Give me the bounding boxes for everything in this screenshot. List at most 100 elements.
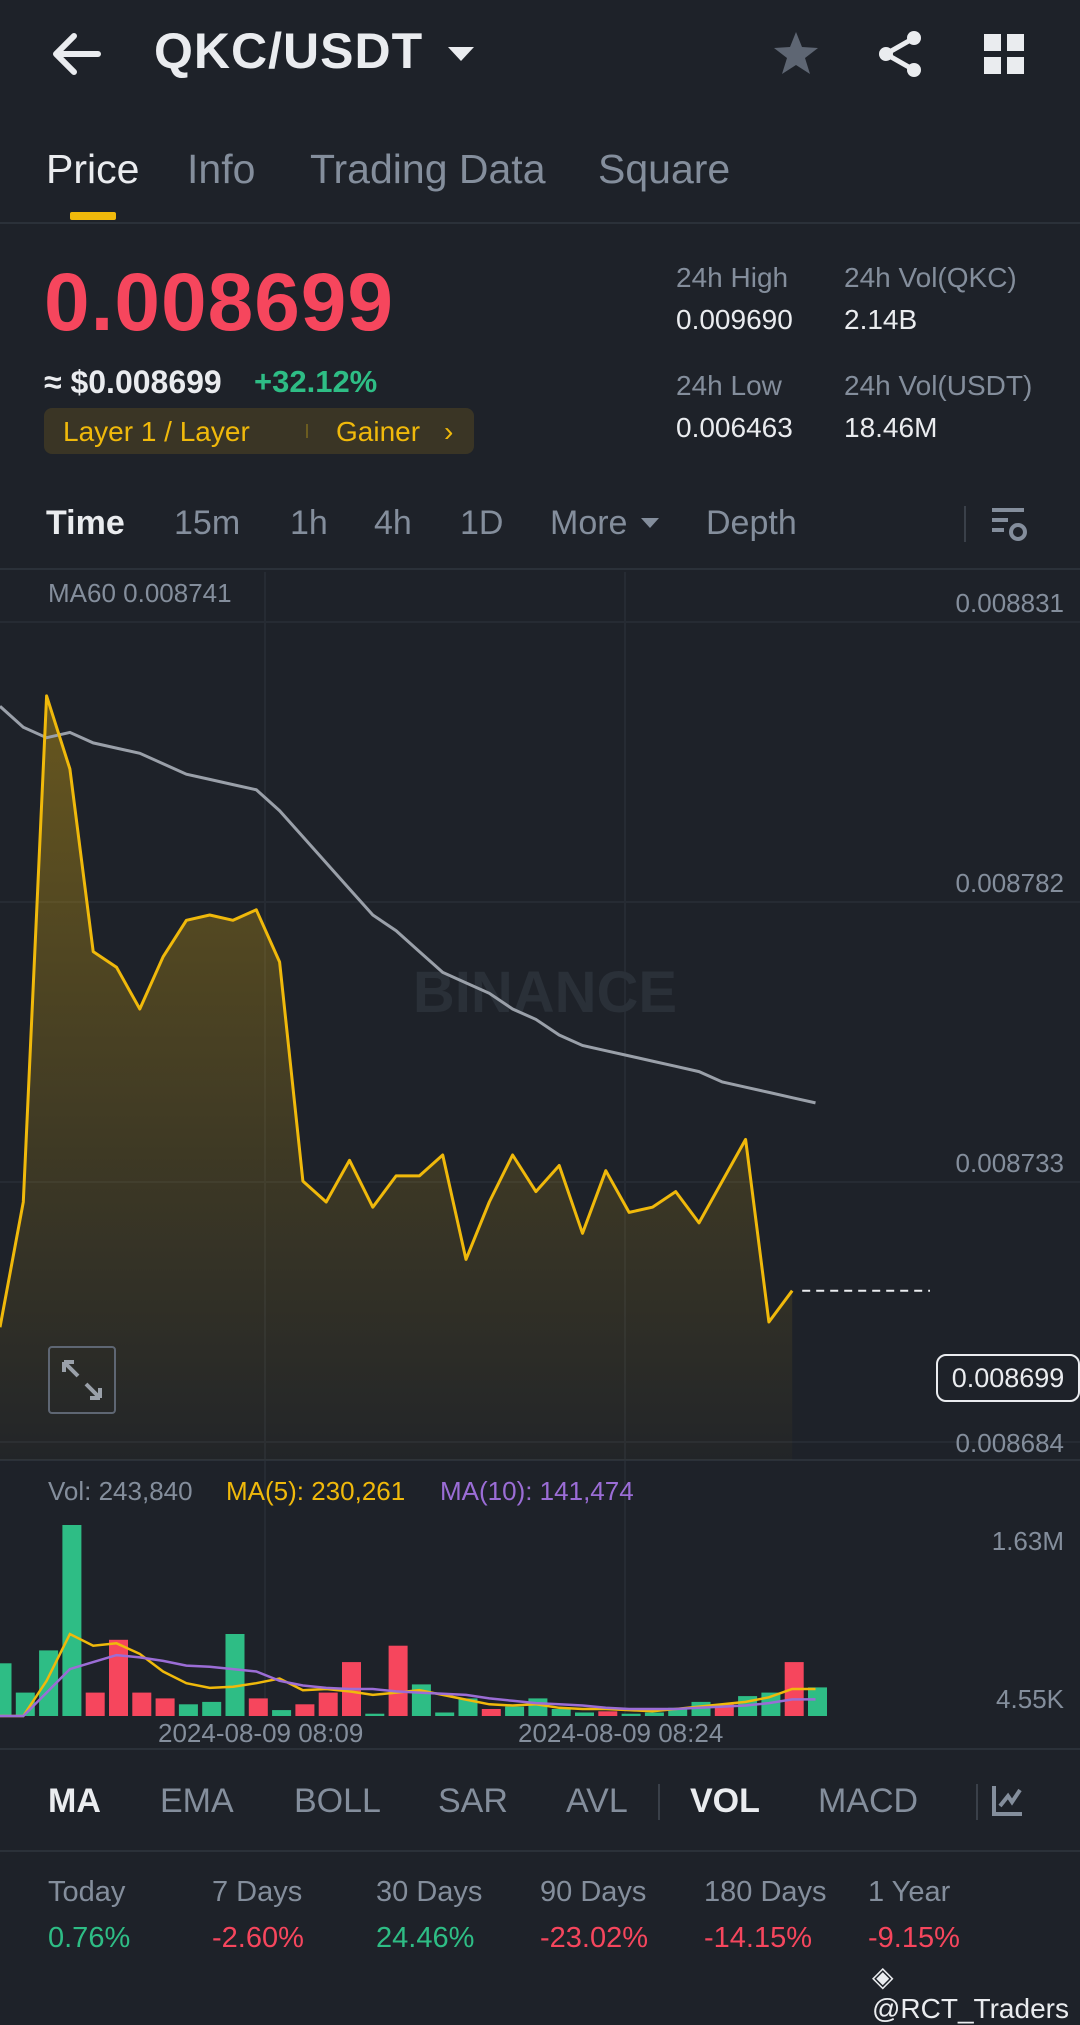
price-axis-tick: 0.008782 [955, 868, 1064, 898]
perf-value: -9.15% [868, 1922, 960, 1954]
volume-ma10-label: MA(10): 141,474 [440, 1476, 634, 1506]
price-chart[interactable]: BINANCE [0, 570, 1080, 1720]
indicator-ma[interactable]: MA [48, 1782, 101, 1821]
binance-watermark: BINANCE [413, 960, 677, 1025]
volume-bar [295, 1704, 315, 1716]
time-axis-tick: 2024-08-09 08:24 [518, 1718, 724, 1748]
indicator-settings-icon[interactable] [990, 1782, 1026, 1818]
volume-bar [225, 1634, 245, 1716]
category-tag[interactable]: Layer 1 / Layer Gainer › [44, 408, 474, 454]
indicator-divider [976, 1784, 978, 1820]
interval-15m[interactable]: 15m [174, 504, 240, 543]
user-watermark: ◈ @RCT_Traders [872, 1960, 1080, 2025]
interval-1h[interactable]: 1h [290, 504, 328, 543]
vol-quote-label: 24h Vol(USDT) [844, 370, 1033, 401]
price-axis-tick: 0.008831 [955, 588, 1064, 618]
share-icon[interactable] [874, 28, 926, 80]
back-arrow-icon[interactable] [48, 26, 104, 82]
category-tag-label: Layer 1 / Layer [63, 416, 250, 447]
interval-divider [964, 506, 966, 542]
volume-bar [85, 1692, 105, 1716]
perf-value: 24.46% [376, 1922, 475, 1954]
grid-icon[interactable] [978, 28, 1030, 80]
price-axis-tick: 0.008684 [955, 1428, 1064, 1458]
indicator-divider [658, 1784, 660, 1820]
indicator-sar[interactable]: SAR [438, 1782, 508, 1821]
tab-trading-data[interactable]: Trading Data [310, 146, 546, 193]
time-axis-tick: 2024-08-09 08:09 [158, 1718, 364, 1748]
chart-settings-icon[interactable] [988, 504, 1030, 544]
volume-bar [0, 1663, 12, 1716]
volume-bar [411, 1684, 431, 1716]
usd-price: ≈ $0.008699 [44, 364, 222, 400]
main-tabs: Price Info Trading Data Square [0, 132, 1080, 224]
last-price: 0.008699 [44, 257, 395, 348]
volume-bar [551, 1709, 571, 1716]
volume-bar [598, 1711, 618, 1716]
interval-4h[interactable]: 4h [374, 504, 412, 543]
tab-price[interactable]: Price [46, 146, 139, 193]
perf-label: Today [48, 1876, 126, 1908]
watermark-username: @RCT_Traders [872, 1993, 1069, 2024]
volume-bar [528, 1698, 548, 1716]
volume-bar [505, 1706, 525, 1716]
volume-bar [575, 1712, 594, 1716]
volume-bar [272, 1710, 292, 1716]
indicator-avl[interactable]: AVL [566, 1782, 628, 1821]
volume-axis-tick: 4.55K [996, 1684, 1064, 1714]
volume-bar [388, 1645, 408, 1716]
gainer-tag-label: Gainer [336, 416, 421, 447]
volume-bar [132, 1692, 152, 1716]
indicator-bottom-divider [0, 1850, 1080, 1852]
perf-label: 90 Days [540, 1876, 647, 1908]
tag-divider [306, 424, 308, 438]
indicator-top-divider [0, 1748, 1080, 1750]
volume-bar [62, 1525, 82, 1716]
price-change-percent: +32.12% [254, 364, 378, 399]
volume-label: Vol: 243,840 [48, 1476, 193, 1506]
low-24h-label: 24h Low [676, 370, 782, 401]
perf-value: -23.02% [540, 1922, 649, 1954]
volume-ma5-label: MA(5): 230,261 [226, 1476, 406, 1506]
volume-bar [808, 1687, 827, 1716]
interval-depth[interactable]: Depth [706, 504, 797, 543]
indicator-ema[interactable]: EMA [160, 1782, 234, 1821]
tab-info[interactable]: Info [187, 146, 255, 193]
interval-more[interactable]: More [550, 504, 627, 543]
perf-value: 0.76% [48, 1922, 131, 1954]
high-24h-label: 24h High [676, 262, 789, 293]
vol-quote-value: 18.46M [844, 412, 938, 443]
interval-time[interactable]: Time [46, 504, 125, 543]
low-24h-value: 0.006463 [676, 412, 793, 443]
volume-bar [109, 1639, 128, 1716]
indicator-boll[interactable]: BOLL [294, 1782, 381, 1821]
current-price-tag: 0.008699 [936, 1354, 1080, 1402]
expand-icon [62, 1360, 102, 1400]
volume-bar [644, 1712, 664, 1716]
volume-bar [481, 1709, 501, 1716]
perf-value: -2.60% [212, 1922, 304, 1954]
volume-bar [178, 1704, 198, 1716]
volume-bar [202, 1701, 222, 1716]
volume-bar [248, 1698, 268, 1716]
star-icon[interactable] [770, 28, 822, 80]
volume-bar [318, 1692, 338, 1716]
volume-bar [155, 1698, 175, 1716]
vol-base-label: 24h Vol(QKC) [844, 262, 1017, 293]
perf-label: 30 Days [376, 1876, 483, 1908]
perf-label: 180 Days [704, 1876, 827, 1908]
interval-1d[interactable]: 1D [460, 504, 503, 543]
price-area-fill [0, 695, 793, 1460]
indicator-vol[interactable]: VOL [690, 1782, 760, 1821]
indicator-macd[interactable]: MACD [818, 1782, 918, 1821]
tab-square[interactable]: Square [598, 146, 730, 193]
fullscreen-button[interactable] [48, 1346, 116, 1414]
active-tab-indicator [70, 212, 116, 220]
binance-logo-icon: ◈ [872, 1961, 894, 1992]
vol-base-value: 2.14B [844, 304, 918, 335]
volume-bar [621, 1713, 641, 1716]
trading-pair-title[interactable]: QKC/USDT [154, 22, 423, 80]
dropdown-caret-icon[interactable] [446, 44, 476, 64]
high-24h-value: 0.009690 [676, 304, 793, 335]
top-bar: QKC/USDT [0, 0, 1080, 110]
